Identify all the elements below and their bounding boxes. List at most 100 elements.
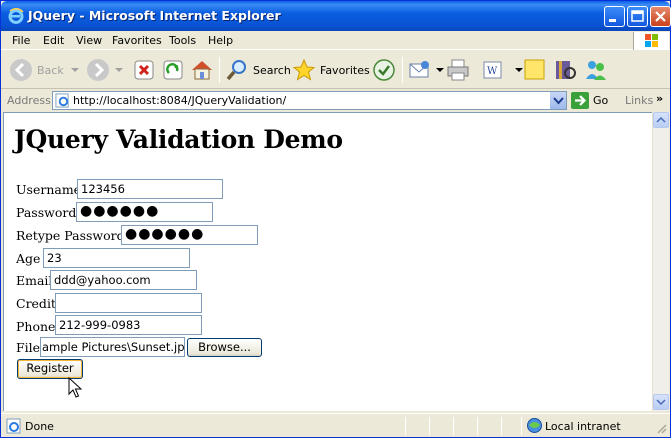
password-input[interactable]: ●●●●●●	[76, 202, 213, 222]
menu-file[interactable]: File	[12, 34, 30, 47]
mouse-pointer-icon	[68, 377, 82, 398]
status-divider	[429, 417, 430, 435]
dropdown-arrow-icon	[70, 68, 79, 72]
refresh-icon	[163, 60, 183, 80]
local-intranet-icon	[527, 418, 542, 433]
menu-edit[interactable]: Edit	[43, 34, 64, 47]
search-icon	[226, 60, 246, 81]
minimize-button[interactable]	[604, 6, 625, 27]
status-bar: Done Local intranet	[1, 413, 670, 437]
go-arrow-icon	[571, 92, 589, 109]
retype-password-input[interactable]: ●●●●●●	[121, 225, 258, 245]
links-label[interactable]: Links	[625, 94, 653, 107]
vertical-scrollbar[interactable]	[652, 112, 669, 411]
credit-input[interactable]	[55, 293, 202, 313]
phone-label: Phone	[16, 319, 56, 334]
address-input[interactable]: http://localhost:8084/JQueryValidation/	[52, 91, 567, 110]
credit-label: Credit	[16, 296, 56, 311]
status-divider	[453, 417, 454, 435]
standard-toolbar: Back Search Favorites W	[1, 51, 670, 89]
note-icon	[524, 59, 545, 80]
phone-input[interactable]: 212-999-0983	[55, 315, 202, 335]
email-label: Email	[16, 273, 53, 288]
scroll-down-icon	[656, 399, 666, 406]
retype-password-label: Retype Password	[16, 228, 125, 243]
messenger-icon	[586, 61, 606, 80]
dropdown-arrow-icon	[115, 68, 123, 72]
menu-help[interactable]: Help	[208, 34, 233, 47]
mail-button[interactable]	[408, 55, 444, 85]
ie-logo-icon	[8, 8, 24, 24]
maximize-button[interactable]	[627, 6, 648, 27]
scroll-up-icon	[656, 116, 666, 123]
username-input[interactable]: 123456	[77, 179, 223, 199]
security-zone: Local intranet	[545, 420, 621, 433]
windows-logo	[633, 32, 669, 50]
menu-tools[interactable]: Tools	[169, 34, 196, 47]
resize-grip-icon[interactable]	[655, 422, 667, 434]
close-icon	[655, 11, 666, 22]
research-book-icon	[556, 61, 576, 79]
back-button[interactable]: Back	[9, 55, 80, 85]
forward-arrow-icon	[87, 59, 109, 81]
address-dropdown[interactable]	[549, 92, 566, 109]
edit-button[interactable]: W	[481, 55, 523, 85]
home-button[interactable]	[190, 55, 218, 85]
password-label: Password	[16, 205, 77, 220]
forward-button[interactable]	[86, 55, 124, 85]
stop-button[interactable]	[132, 55, 160, 85]
menu-favorites[interactable]: Favorites	[112, 34, 162, 47]
address-label: Address	[7, 94, 51, 107]
mail-icon	[409, 61, 429, 78]
messenger-button[interactable]	[584, 55, 612, 85]
chevron-down-icon	[553, 97, 564, 105]
maximize-icon	[631, 10, 644, 22]
dropdown-arrow-icon	[515, 68, 523, 72]
toolbar-separator	[219, 57, 220, 83]
discuss-button[interactable]	[523, 55, 551, 85]
close-button[interactable]	[650, 6, 671, 27]
email-input[interactable]: ddd@yahoo.com	[50, 270, 197, 290]
address-bar: Address http://localhost:8084/JQueryVali…	[1, 90, 670, 111]
windows-flag-icon	[645, 34, 658, 47]
menu-bar: File Edit View Favorites Tools Help	[1, 31, 670, 50]
age-input[interactable]: 23	[43, 248, 190, 268]
address-url: http://localhost:8084/JQueryValidation/	[73, 94, 287, 107]
print-button[interactable]	[446, 55, 474, 85]
media-button[interactable]	[372, 55, 400, 85]
home-icon	[192, 61, 212, 80]
file-label: File	[16, 340, 41, 355]
status-divider	[477, 417, 478, 435]
minimize-icon	[609, 19, 616, 22]
search-label: Search	[253, 63, 291, 77]
back-arrow-icon	[10, 59, 32, 81]
toolbar-separator	[402, 57, 403, 83]
window-title: JQuery - Microsoft Internet Explorer	[28, 8, 281, 23]
page-title: JQuery Validation Demo	[14, 125, 343, 154]
scroll-up-button[interactable]	[653, 112, 669, 128]
file-path-input[interactable]: ample Pictures\Sunset.jpg	[40, 337, 185, 357]
links-chevron-icon[interactable]: »	[656, 92, 663, 105]
dropdown-arrow-icon	[436, 68, 444, 72]
menu-view[interactable]: View	[76, 34, 102, 47]
go-button[interactable]: Go	[571, 91, 608, 110]
refresh-button[interactable]	[161, 55, 189, 85]
browse-button[interactable]: Browse...	[187, 338, 262, 357]
scroll-down-button[interactable]	[653, 394, 669, 410]
go-label: Go	[593, 94, 609, 107]
status-divider	[501, 417, 502, 435]
search-button[interactable]: Search	[225, 55, 291, 85]
favorites-label: Favorites	[320, 63, 370, 77]
page-icon	[55, 93, 69, 108]
register-button[interactable]: Register	[17, 359, 83, 379]
status-divider	[521, 417, 522, 435]
status-text: Done	[25, 420, 54, 433]
page-done-icon	[6, 418, 21, 434]
browser-window: JQuery - Microsoft Internet Explorer Fil…	[0, 0, 671, 438]
favorites-button[interactable]: Favorites	[292, 55, 370, 85]
stop-icon	[134, 60, 154, 80]
research-button[interactable]	[553, 55, 581, 85]
age-label: Age	[16, 251, 41, 266]
back-label: Back	[37, 63, 64, 77]
title-bar[interactable]: JQuery - Microsoft Internet Explorer	[1, 1, 671, 31]
